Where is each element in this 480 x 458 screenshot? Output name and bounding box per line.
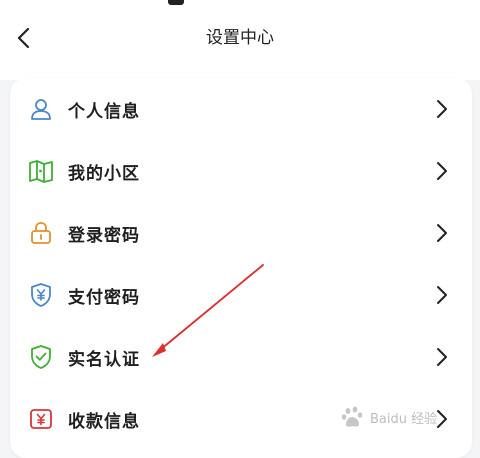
settings-item-my-community[interactable]: 我的小区 — [10, 140, 472, 202]
baidu-watermark: Baidu 经验 — [340, 398, 480, 436]
chevron-right-icon — [434, 158, 450, 184]
chevron-right-icon — [434, 220, 450, 246]
settings-item-real-name-verification[interactable]: 实名认证 — [10, 326, 472, 388]
check-shield-icon — [28, 344, 54, 370]
settings-item-personal-info[interactable]: 个人信息 — [10, 78, 472, 140]
page-title: 设置中心 — [206, 28, 274, 48]
community-map-icon — [28, 158, 54, 184]
settings-item-label: 收款信息 — [68, 411, 140, 432]
settings-item-label: 实名认证 — [68, 349, 140, 370]
settings-item-label: 我的小区 — [68, 163, 140, 184]
chevron-right-icon — [434, 282, 450, 308]
chevron-right-icon — [434, 344, 450, 370]
yuan-card-icon — [28, 406, 54, 432]
top-bar: 设置中心 — [0, 0, 480, 80]
status-bar-notch — [168, 0, 184, 5]
baidu-paw-logo-icon — [341, 406, 363, 427]
settings-item-payment-password[interactable]: 支付密码 — [10, 264, 472, 326]
settings-item-label: 个人信息 — [68, 101, 140, 122]
watermark-text: Baidu 经验 — [370, 411, 438, 427]
settings-item-label: 登录密码 — [68, 225, 140, 246]
settings-item-label: 支付密码 — [68, 287, 140, 308]
chevron-right-icon — [434, 96, 450, 122]
user-icon — [28, 96, 54, 122]
settings-item-login-password[interactable]: 登录密码 — [10, 202, 472, 264]
lock-icon — [28, 220, 54, 246]
yuan-shield-icon — [28, 282, 54, 308]
